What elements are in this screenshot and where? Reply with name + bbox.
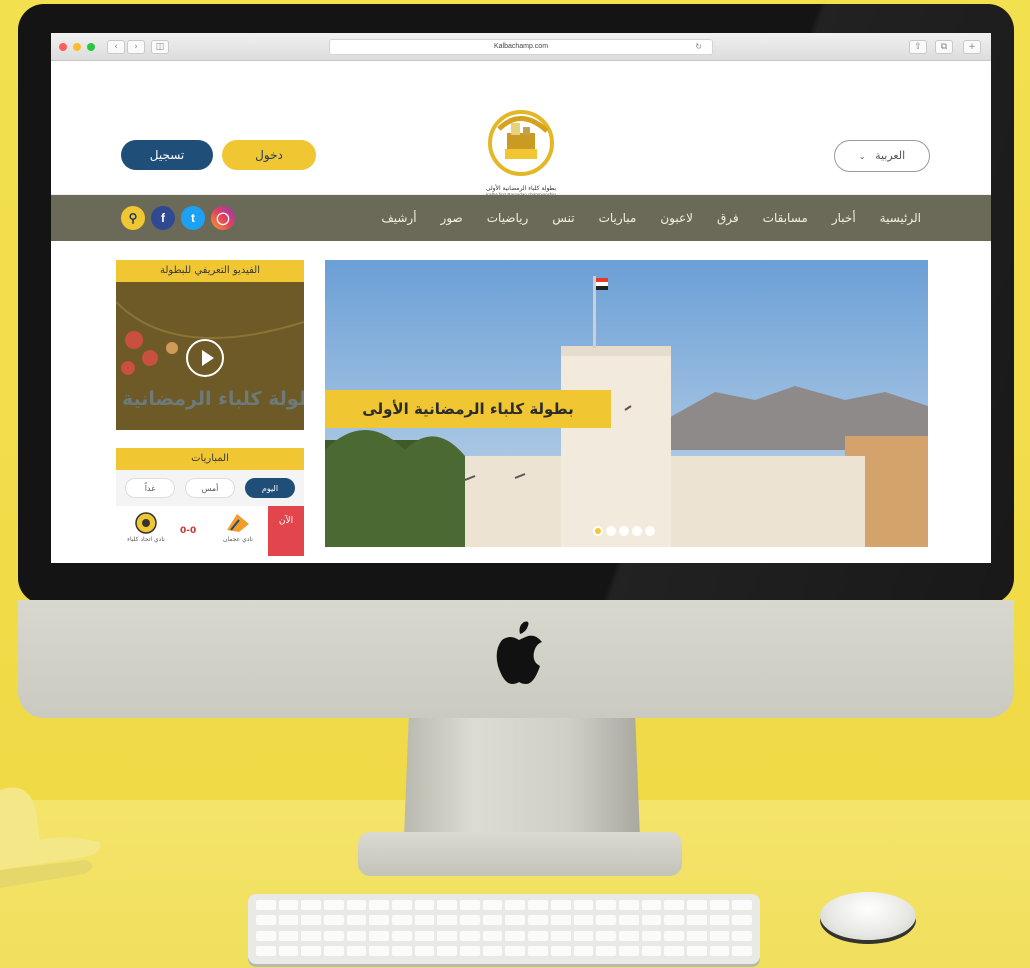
sidebar: الفيديو التعريفي للبطولة بطولة كلباء الر… bbox=[116, 260, 304, 556]
nav-item-tennis[interactable]: تنس bbox=[540, 211, 586, 225]
matches-title: المباريات bbox=[116, 448, 304, 470]
minimize-window-button[interactable] bbox=[73, 43, 81, 51]
nav-item-news[interactable]: أخبار bbox=[820, 211, 868, 225]
login-button[interactable]: دخول bbox=[222, 140, 316, 170]
tab-today[interactable]: اليوم bbox=[245, 478, 295, 498]
logo-emblem bbox=[488, 110, 554, 176]
back-button[interactable]: ‹ bbox=[107, 40, 125, 54]
nav-item-photos[interactable]: صور bbox=[429, 211, 475, 225]
imac-stand-foot bbox=[358, 832, 682, 876]
mouse bbox=[820, 892, 916, 940]
reload-icon[interactable]: ↻ bbox=[695, 40, 702, 54]
twitter-icon[interactable]: t bbox=[181, 206, 205, 230]
language-label: العربية bbox=[875, 149, 906, 162]
team-a: نادي عجمان bbox=[216, 512, 260, 543]
day-tabs: اليوم أمس غداً bbox=[116, 470, 304, 506]
slider-dot[interactable] bbox=[619, 526, 629, 536]
play-icon[interactable] bbox=[186, 339, 224, 377]
nav-menu: الرئيسية أخبار مسابقات فرق لاعبون مباريا… bbox=[369, 195, 933, 241]
browser-window: ‹ › ◫ Kalbachamp.com ↻ ⇧ ⧉ + تسجيل دخول … bbox=[51, 33, 991, 563]
register-button[interactable]: تسجيل bbox=[121, 140, 213, 170]
tab-yesterday[interactable]: أمس bbox=[185, 478, 235, 498]
video-overlay-text: بطولة كلباء الرمضانية bbox=[122, 388, 304, 410]
main-navbar: ⚲ f t ◯ الرئيسية أخبار مسابقات فرق لاعبو… bbox=[51, 195, 991, 241]
team-a-name: نادي عجمان bbox=[223, 536, 253, 543]
slide-caption: بطولة كلباء الرمضانية الأولى bbox=[325, 390, 611, 428]
instagram-icon[interactable]: ◯ bbox=[211, 206, 235, 230]
slider-dot[interactable] bbox=[606, 526, 616, 536]
team-b-logo bbox=[135, 512, 157, 534]
social-links: ⚲ f t ◯ bbox=[121, 206, 235, 230]
toy-figure bbox=[0, 787, 101, 888]
nav-item-matches[interactable]: مباريات bbox=[587, 211, 649, 225]
address-bar[interactable]: Kalbachamp.com ↻ bbox=[329, 39, 713, 55]
hero-slider[interactable]: بطولة كلباء الرمضانية الأولى bbox=[325, 260, 928, 547]
nav-item-competitions[interactable]: مسابقات bbox=[751, 211, 820, 225]
forward-button[interactable]: › bbox=[127, 40, 145, 54]
tab-tomorrow[interactable]: غداً bbox=[125, 478, 175, 498]
search-icon[interactable]: ⚲ bbox=[121, 206, 145, 230]
nav-item-home[interactable]: الرئيسية bbox=[868, 211, 933, 225]
nav-item-archive[interactable]: أرشيف bbox=[369, 211, 428, 225]
facebook-icon[interactable]: f bbox=[151, 206, 175, 230]
main-content: الفيديو التعريفي للبطولة بطولة كلباء الر… bbox=[51, 260, 991, 563]
live-badge: الآن bbox=[268, 506, 304, 556]
slider-dot[interactable] bbox=[593, 526, 603, 536]
slider-pagination bbox=[593, 526, 655, 536]
tabs-button[interactable]: ⧉ bbox=[935, 40, 953, 54]
keyboard bbox=[248, 894, 760, 964]
slider-dot[interactable] bbox=[632, 526, 642, 536]
new-tab-button[interactable]: + bbox=[963, 40, 981, 54]
live-label: الآن bbox=[278, 516, 294, 526]
imac-stand bbox=[404, 718, 640, 838]
slider-dot[interactable] bbox=[645, 526, 655, 536]
site-header: تسجيل دخول بطولة كلباء الرمضانية الأولى … bbox=[51, 61, 991, 197]
video-section-title: الفيديو التعريفي للبطولة bbox=[116, 260, 304, 282]
match-score: 0-0 bbox=[180, 526, 197, 536]
match-row[interactable]: نادي اتحاد كلباء 0-0 نادي عجمان الآن bbox=[116, 506, 304, 556]
maximize-window-button[interactable] bbox=[87, 43, 95, 51]
logo-caption-ar: بطولة كلباء الرمضانية الأولى bbox=[485, 185, 557, 192]
intro-video[interactable]: بطولة كلباء الرمضانية bbox=[116, 282, 304, 430]
close-window-button[interactable] bbox=[59, 43, 67, 51]
team-b: نادي اتحاد كلباء bbox=[124, 512, 168, 543]
championship-logo[interactable]: بطولة كلباء الرمضانية الأولى Kalba first… bbox=[471, 109, 571, 205]
language-select[interactable]: ⌄ العربية bbox=[834, 140, 930, 172]
share-button[interactable]: ⇧ bbox=[909, 40, 927, 54]
apple-logo-icon bbox=[496, 621, 542, 684]
team-a-logo bbox=[227, 514, 249, 532]
chevron-down-icon: ⌄ bbox=[858, 152, 866, 161]
nav-item-sports[interactable]: رياضيات bbox=[475, 211, 541, 225]
nav-item-players[interactable]: لاعبون bbox=[648, 211, 705, 225]
sidebar-toggle-button[interactable]: ◫ bbox=[151, 40, 169, 54]
nav-item-teams[interactable]: فرق bbox=[705, 211, 751, 225]
browser-titlebar: ‹ › ◫ Kalbachamp.com ↻ ⇧ ⧉ + bbox=[51, 33, 991, 61]
url-text: Kalbachamp.com bbox=[493, 43, 549, 50]
matches-widget: المباريات اليوم أمس غداً نادي اتحاد كلبا… bbox=[116, 448, 304, 556]
team-b-name: نادي اتحاد كلباء bbox=[127, 536, 165, 543]
